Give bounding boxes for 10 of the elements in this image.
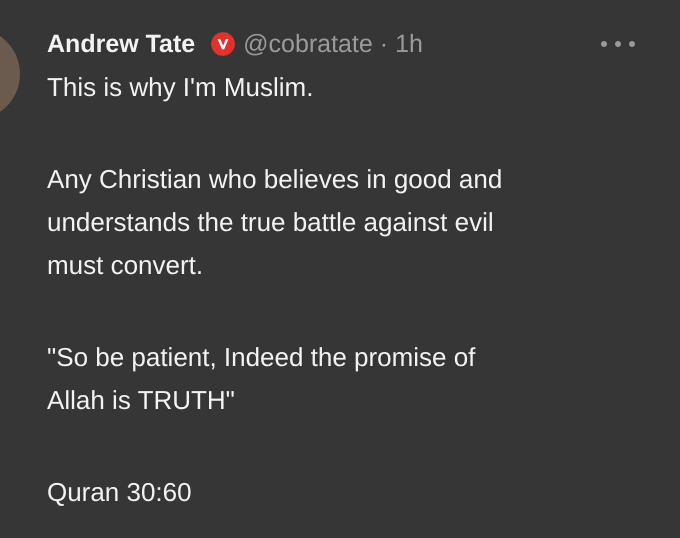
badge-icon	[210, 31, 236, 57]
post-time[interactable]: 1h	[395, 30, 423, 58]
author-name[interactable]: Andrew Tate	[47, 30, 196, 58]
post-text: "So be patient, Indeed the promise of Allah is TRUTH"	[47, 341, 476, 417]
post-text: Any Christian who believes in good and understands the true battle against evil must convert.	[47, 163, 504, 282]
post-text: Quran 30:60	[47, 476, 193, 509]
user-handle[interactable]: @cobratate	[243, 30, 373, 58]
post-text: This is why I'm Muslim.	[47, 71, 314, 104]
more-icon[interactable]	[600, 40, 636, 48]
separator: ·	[380, 30, 388, 58]
